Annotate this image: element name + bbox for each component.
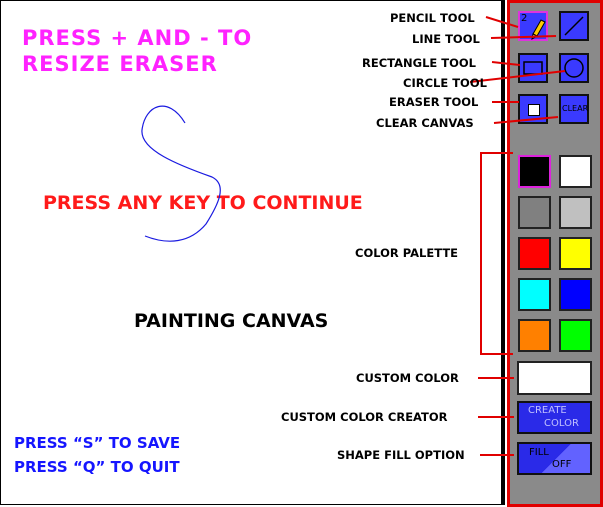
palette-swatch[interactable] xyxy=(559,278,592,311)
label-shape-fill: SHAPE FILL OPTION xyxy=(337,448,465,462)
label-custom-color-creator: CUSTOM COLOR CREATOR xyxy=(281,410,448,424)
pencil-icon xyxy=(531,19,546,40)
circle-icon xyxy=(564,58,584,78)
label-pencil-tool: PENCIL TOOL xyxy=(390,11,475,25)
label-rectangle-tool: RECTANGLE TOOL xyxy=(362,56,476,70)
palette-swatch[interactable] xyxy=(559,237,592,270)
custom-color-swatch[interactable] xyxy=(517,361,592,395)
eraser-icon xyxy=(528,104,540,116)
palette-swatch[interactable] xyxy=(518,155,551,188)
label-clear-canvas: CLEAR CANVAS xyxy=(376,116,474,130)
shape-fill-toggle-button[interactable]: FILL OFF xyxy=(517,442,592,475)
palette-swatch[interactable] xyxy=(559,196,592,229)
create-color-line-2: COLOR xyxy=(544,418,579,429)
create-color-line-1: CREATE xyxy=(528,405,567,416)
pencil-tool-button[interactable]: 2 xyxy=(518,11,548,41)
palette-swatch[interactable] xyxy=(518,278,551,311)
eraser-tool-button[interactable] xyxy=(518,94,548,124)
label-custom-color: CUSTOM COLOR xyxy=(356,371,459,385)
label-color-palette: COLOR PALETTE xyxy=(355,246,459,260)
palette-swatch[interactable] xyxy=(559,319,592,352)
fill-line-1: FILL xyxy=(529,447,549,458)
clear-button-label: CLEAR xyxy=(562,104,589,113)
save-hint: PRESS “S” TO SAVE xyxy=(14,434,181,452)
label-eraser-tool: ERASER TOOL xyxy=(389,95,479,109)
rectangle-icon xyxy=(523,61,543,75)
custom-color-creator-button[interactable]: CREATE COLOR xyxy=(517,401,592,434)
line-tool-button[interactable] xyxy=(559,11,589,41)
resize-hint-line-1: PRESS + AND - TO xyxy=(22,26,253,50)
canvas-title: PAINTING CANVAS xyxy=(134,310,329,332)
keyboard-hints: PRESS “S” TO SAVE PRESS “Q” TO QUIT xyxy=(14,431,180,479)
rectangle-tool-button[interactable] xyxy=(518,53,548,83)
palette-swatch[interactable] xyxy=(518,319,551,352)
resize-eraser-hint: PRESS + AND - TO RESIZE ERASER xyxy=(22,25,252,77)
continue-prompt: PRESS ANY KEY TO CONTINUE xyxy=(43,192,363,214)
fill-line-2: OFF xyxy=(552,459,572,470)
label-line-tool: LINE TOOL xyxy=(412,32,480,46)
clear-canvas-button[interactable]: CLEAR xyxy=(559,94,589,124)
palette-swatch[interactable] xyxy=(518,237,551,270)
resize-hint-line-2: RESIZE ERASER xyxy=(22,52,218,76)
palette-swatch[interactable] xyxy=(518,196,551,229)
line-icon xyxy=(564,16,584,36)
label-circle-tool: CIRCLE TOOL xyxy=(403,76,487,90)
circle-tool-button[interactable] xyxy=(559,53,589,83)
palette-swatch[interactable] xyxy=(559,155,592,188)
quit-hint: PRESS “Q” TO QUIT xyxy=(14,458,180,476)
